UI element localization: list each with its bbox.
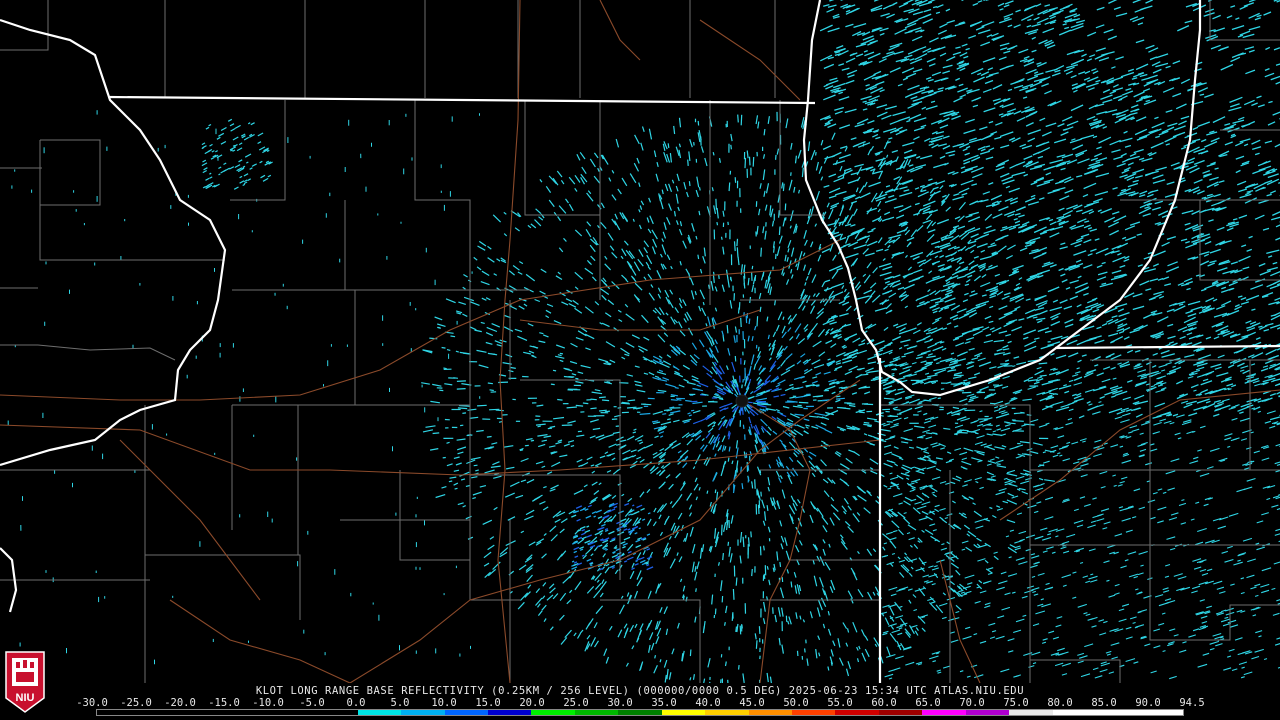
legend-tick: 65.0 <box>915 697 941 709</box>
legend-tick: 85.0 <box>1091 697 1117 709</box>
color-scale-segment <box>140 710 184 715</box>
legend-tick: -30.0 <box>76 697 108 709</box>
legend-tick: 50.0 <box>783 697 809 709</box>
color-scale-segment <box>314 710 358 715</box>
legend-tick: -25.0 <box>120 697 152 709</box>
color-scale-segment <box>531 710 575 715</box>
legend-tick: 90.0 <box>1135 697 1161 709</box>
radar-site-marker <box>735 394 749 408</box>
color-scale-segment <box>1096 710 1140 715</box>
color-scale-segment <box>965 710 1010 715</box>
legend-tick: -20.0 <box>164 697 196 709</box>
legend-tick: 80.0 <box>1047 697 1073 709</box>
color-scale-segment <box>878 710 923 715</box>
color-scale-segment <box>705 710 749 715</box>
legend-tick: 94.5 <box>1179 697 1205 709</box>
legend-tick: 35.0 <box>651 697 677 709</box>
reflectivity-color-scale <box>96 709 1184 716</box>
legend-tick: -5.0 <box>299 697 325 709</box>
radar-map[interactable] <box>0 0 1280 683</box>
legend-tick: 5.0 <box>390 697 410 709</box>
legend-tick: 75.0 <box>1003 697 1029 709</box>
legend-tick: 45.0 <box>739 697 765 709</box>
color-scale-segment <box>270 710 315 715</box>
color-scale-segment <box>1139 710 1183 715</box>
color-scale-segment <box>444 710 488 715</box>
color-scale-segment <box>618 710 662 715</box>
color-scale-segment <box>97 710 141 715</box>
color-scale-segment <box>574 710 619 715</box>
color-scale-segment <box>487 710 532 715</box>
color-scale-segment <box>1009 710 1053 715</box>
color-scale-segment <box>401 710 445 715</box>
color-scale-segment <box>835 710 879 715</box>
legend-tick: 20.0 <box>519 697 545 709</box>
niu-logo-text: NIU <box>16 692 35 704</box>
legend-tick: 60.0 <box>871 697 897 709</box>
legend-tick: -10.0 <box>252 697 284 709</box>
legend-tick: 25.0 <box>563 697 589 709</box>
legend-tick: -15.0 <box>208 697 240 709</box>
legend-tick: 30.0 <box>607 697 633 709</box>
legend-tick: 40.0 <box>695 697 721 709</box>
product-caption: KLOT LONG RANGE BASE REFLECTIVITY (0.25K… <box>255 685 1025 697</box>
legend-tick: 70.0 <box>959 697 985 709</box>
legend-tick: 0.0 <box>346 697 366 709</box>
legend-tick-labels: -30.0 -25.0 -20.0 -15.0 -10.0 -5.0 0.0 5.0 10.0 1… <box>76 697 1204 709</box>
color-scale-segment <box>1052 710 1097 715</box>
niu-logo: NIU <box>5 651 45 713</box>
color-scale-segment <box>748 710 792 715</box>
color-scale-segment <box>792 710 836 715</box>
legend-tick: 10.0 <box>431 697 457 709</box>
legend-tick: 15.0 <box>475 697 501 709</box>
legend-tick: 55.0 <box>827 697 853 709</box>
color-scale-segment <box>661 710 706 715</box>
color-scale-segment <box>183 710 228 715</box>
color-scale-segment <box>227 710 271 715</box>
color-scale-segment <box>357 710 402 715</box>
color-scale-segment <box>922 710 966 715</box>
